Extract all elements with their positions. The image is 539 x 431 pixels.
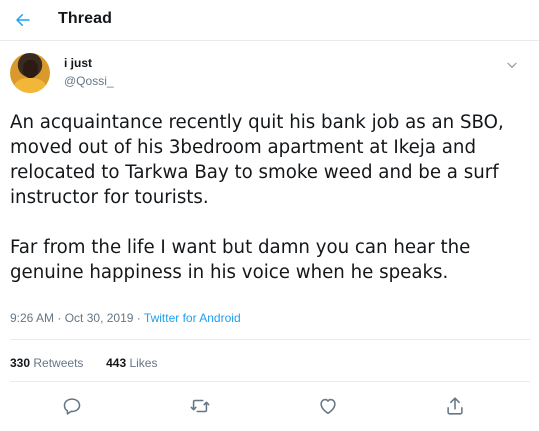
thread-header: Thread — [0, 0, 539, 41]
back-button[interactable] — [8, 5, 38, 35]
avatar[interactable] — [10, 53, 50, 93]
retweets-count: 330 — [10, 356, 31, 370]
tweet-stats: 330 Retweets 443 Likes — [10, 356, 157, 370]
reply-icon[interactable] — [61, 395, 83, 417]
tweet-source-link[interactable]: Twitter for Android — [144, 311, 241, 325]
retweet-icon[interactable] — [189, 395, 211, 417]
like-icon[interactable] — [317, 395, 339, 417]
tweet-actions — [0, 395, 539, 421]
tweet-paragraph: An acquaintance recently quit his bank j… — [10, 112, 504, 208]
retweets-label: Retweets — [33, 356, 84, 370]
author-handle[interactable]: @Qossi_ — [64, 74, 114, 88]
likes-label: Likes — [129, 356, 158, 370]
tweet-text: An acquaintance recently quit his bank j… — [10, 110, 530, 285]
arrow-left-icon — [16, 14, 30, 26]
meta-separator: · — [136, 311, 141, 325]
page-title: Thread — [58, 10, 112, 27]
meta-separator: · — [57, 311, 62, 325]
tweet-time[interactable]: 9:26 AM — [10, 311, 54, 325]
chevron-down-icon[interactable] — [505, 58, 519, 72]
divider — [10, 339, 530, 340]
likes-count: 443 — [106, 356, 127, 370]
share-icon[interactable] — [444, 395, 466, 417]
divider — [10, 381, 530, 382]
likes-stat[interactable]: 443 Likes — [106, 356, 157, 370]
retweets-stat[interactable]: 330 Retweets — [10, 356, 87, 370]
author-display-name[interactable]: i just — [64, 56, 92, 70]
tweet-paragraph: Far from the life I want but damn you ca… — [10, 237, 471, 283]
tweet-meta: 9:26 AM · Oct 30, 2019 · Twitter for And… — [10, 311, 241, 325]
tweet-date[interactable]: Oct 30, 2019 — [65, 311, 134, 325]
